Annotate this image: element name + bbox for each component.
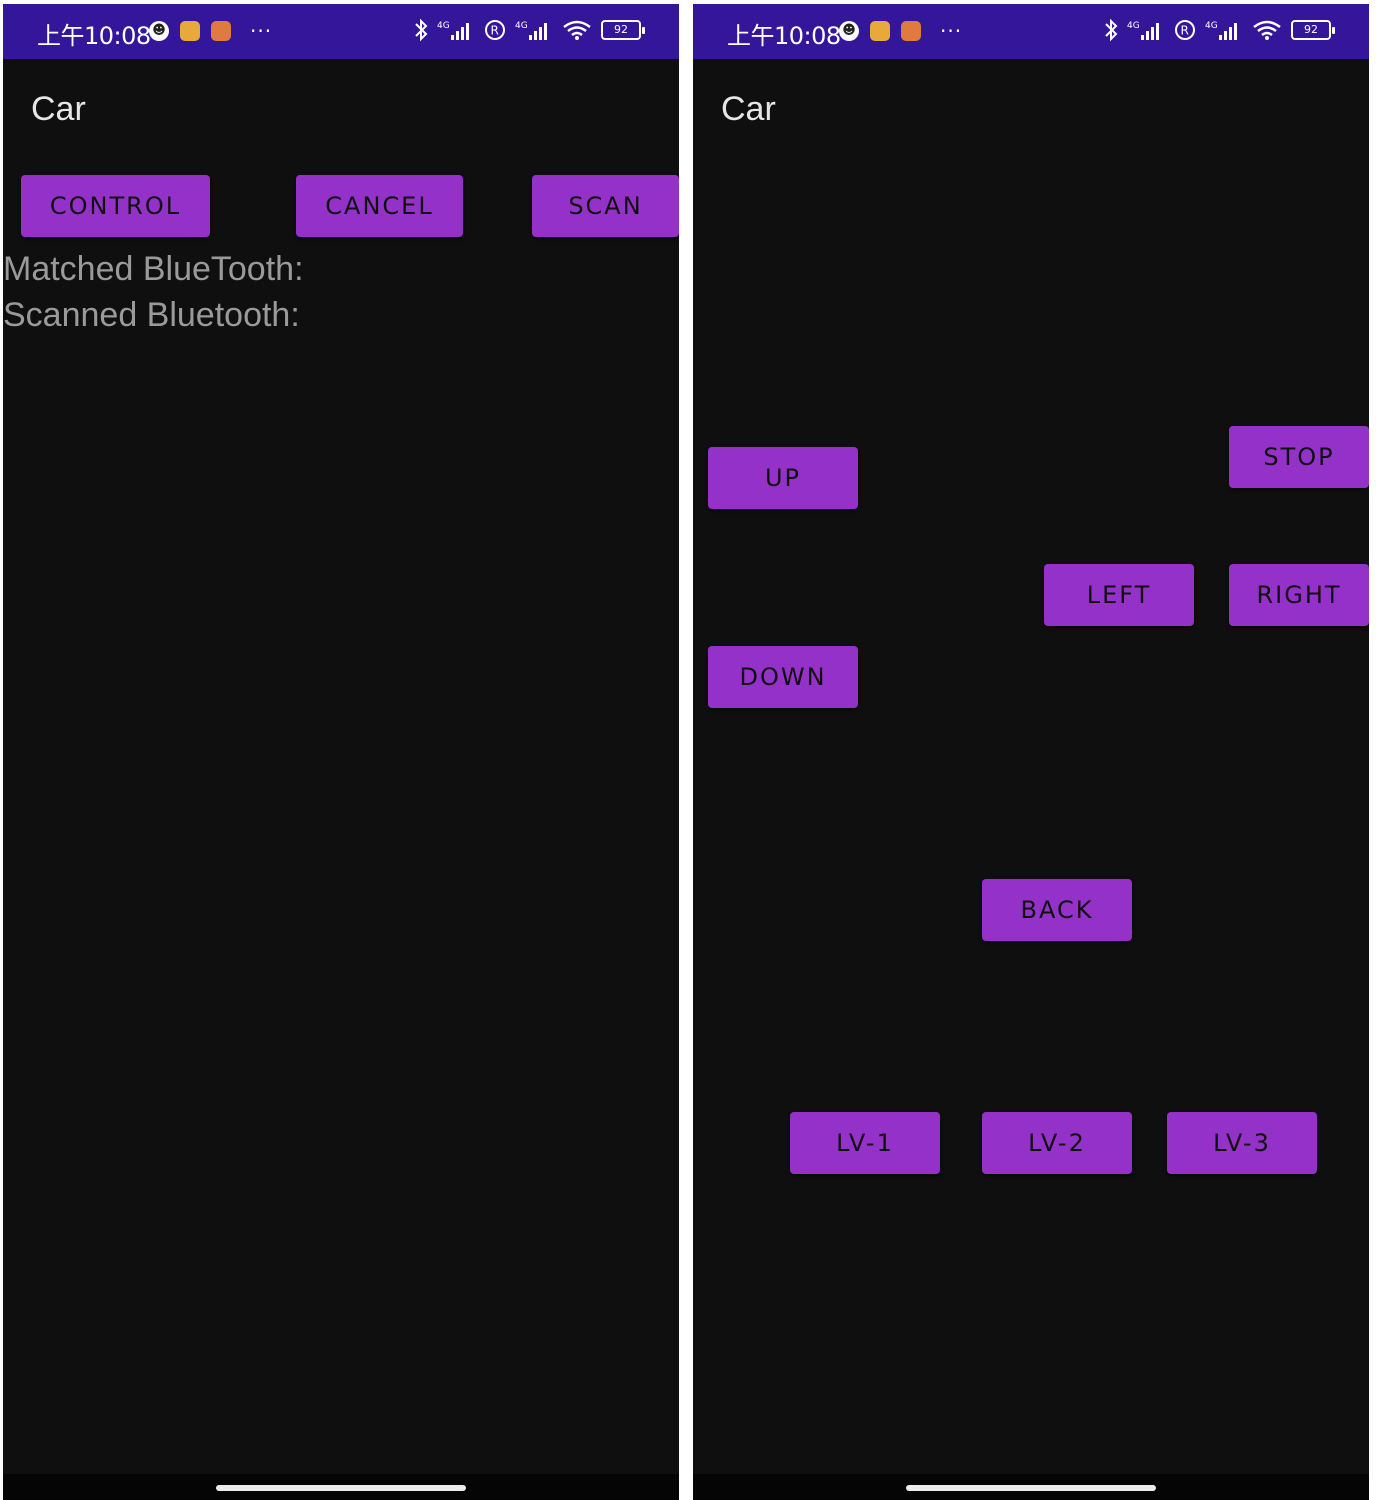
scanned-bluetooth-label: Scanned Bluetooth: [3,296,300,334]
status-time: 上午10:08 [37,22,151,50]
bluetooth-icon [415,18,428,42]
lv-2-button[interactable]: LV-2 [982,1112,1132,1174]
wifi-icon [1253,20,1281,40]
shopping-app-icon [211,21,231,41]
signal-4g-icon: 4G [1127,21,1159,40]
status-time: 上午10:08 [727,22,841,50]
lv-1-button[interactable]: LV-1 [790,1112,940,1174]
up-button[interactable]: UP [708,447,858,509]
wifi-icon [563,20,591,40]
stop-button[interactable]: STOP [1229,426,1369,488]
battery-icon: 92 [601,20,645,40]
signal-4g-icon: 4G [437,21,469,40]
shopping-app-icon [901,21,921,41]
roaming-icon: R [485,20,505,40]
notification-icons: ☻ ··· [149,19,272,43]
main-screen: 上午10:08 ☻ ··· 4G R 4G 92 Car CONTROL CAN… [3,4,679,1500]
status-right-icons: 4G R 4G 92 [414,18,645,42]
svg-text:R: R [491,24,499,38]
more-notifications-icon: ··· [250,19,273,43]
signal-4g-icon: 4G [1205,21,1237,40]
svg-text:R: R [1181,24,1189,38]
notification-icons: ☻ ··· [839,19,962,43]
qq-icon: ☻ [839,21,859,41]
navigation-bar [3,1474,679,1500]
svg-text:4G: 4G [1205,21,1218,31]
signal-4g-icon: 4G [515,21,547,40]
matched-bluetooth-label: Matched BlueTooth: [3,250,304,288]
app-title: Car [31,90,86,128]
qq-icon: ☻ [149,21,169,41]
bluetooth-icon [1105,18,1118,42]
navigation-bar [693,1474,1369,1500]
battery-icon: 92 [1291,20,1335,40]
home-gesture-handle[interactable] [906,1485,1156,1491]
right-button[interactable]: RIGHT [1229,564,1369,626]
left-button[interactable]: LEFT [1044,564,1194,626]
status-bar: 上午10:08 ☻ ··· 4G R 4G 92 [693,4,1369,59]
lv-3-button[interactable]: LV-3 [1167,1112,1317,1174]
control-screen: 上午10:08 ☻ ··· 4G R 4G 92 Car UP STOP LEF… [693,4,1369,1500]
back-button[interactable]: BACK [982,879,1132,941]
cancel-button[interactable]: CANCEL [296,175,463,237]
down-button[interactable]: DOWN [708,646,858,708]
svg-text:4G: 4G [515,21,528,31]
app-title: Car [721,90,776,128]
svg-text:4G: 4G [1127,21,1140,31]
svg-text:4G: 4G [437,21,450,31]
status-right-icons: 4G R 4G 92 [1104,18,1335,42]
more-notifications-icon: ··· [940,19,963,43]
control-button[interactable]: CONTROL [21,175,210,237]
notes-app-icon [870,21,890,41]
home-gesture-handle[interactable] [216,1485,466,1491]
notes-app-icon [180,21,200,41]
roaming-icon: R [1175,20,1195,40]
status-bar: 上午10:08 ☻ ··· 4G R 4G 92 [3,4,679,59]
scan-button[interactable]: SCAN [532,175,679,237]
